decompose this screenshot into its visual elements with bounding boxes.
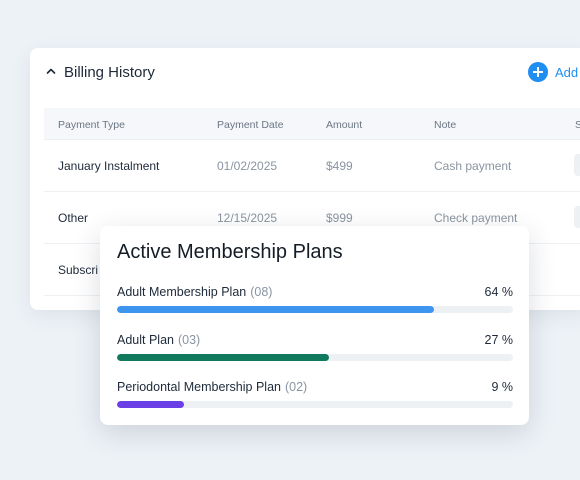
- plan-percent: 64 %: [484, 285, 514, 299]
- add-label: Add: [555, 64, 579, 80]
- progress-track: [117, 306, 513, 313]
- table-row-date: 01/02/2025: [217, 159, 278, 173]
- plans-title: Active Membership Plans: [117, 241, 343, 263]
- progress-fill: [117, 306, 434, 313]
- plan-row-adult: Adult Plan (03) 27 %: [117, 333, 513, 373]
- progress-track: [117, 354, 513, 361]
- active-membership-plans-card: Active Membership Plans Adult Membership…: [100, 226, 529, 425]
- status-badge: [574, 206, 580, 228]
- plan-name: Periodontal Membership Plan (02): [117, 380, 307, 394]
- table-row-note: Check payment: [434, 211, 518, 225]
- plan-row-periodontal: Periodontal Membership Plan (02) 9 %: [117, 380, 513, 420]
- plan-percent: 27 %: [484, 333, 514, 347]
- billing-title: Billing History: [64, 64, 155, 81]
- table-row-type: January Instalment: [58, 159, 160, 173]
- plan-name-text: Periodontal Membership Plan: [117, 380, 281, 394]
- row-divider: [44, 191, 580, 192]
- plan-row-adult-membership: Adult Membership Plan (08) 64 %: [117, 285, 513, 325]
- column-amount: Amount: [326, 119, 363, 131]
- status-badge: [574, 154, 580, 176]
- table-row-note: Cash payment: [434, 159, 512, 173]
- table-row-date: 12/15/2025: [217, 211, 278, 225]
- table-row-amount: $499: [326, 159, 353, 173]
- plan-percent: 9 %: [491, 380, 513, 394]
- progress-fill: [117, 401, 185, 408]
- plan-count: (08): [250, 285, 273, 299]
- column-payment-date: Payment Date: [217, 119, 284, 131]
- add-button[interactable]: Add: [528, 62, 578, 82]
- plus-icon: [528, 62, 548, 82]
- table-row-type: Other: [58, 211, 89, 225]
- column-payment-type: Payment Type: [58, 119, 125, 131]
- chevron-up-icon[interactable]: [46, 66, 56, 76]
- billing-header: Billing History Add: [30, 48, 580, 98]
- plan-name-text: Adult Membership Plan: [117, 285, 247, 299]
- column-status: S: [575, 119, 580, 131]
- plan-count: (02): [284, 380, 308, 394]
- table-row-amount: $999: [326, 211, 353, 225]
- progress-fill: [117, 354, 329, 361]
- plan-name: Adult Membership Plan (08): [117, 285, 272, 299]
- progress-track: [117, 401, 513, 408]
- plan-name-text: Adult Plan: [117, 333, 174, 347]
- row-divider: [44, 139, 580, 140]
- column-note: Note: [434, 119, 457, 131]
- plan-name: Adult Plan (03): [117, 333, 200, 347]
- table-row-type: Subscri: [58, 263, 99, 277]
- plan-count: (03): [177, 333, 201, 347]
